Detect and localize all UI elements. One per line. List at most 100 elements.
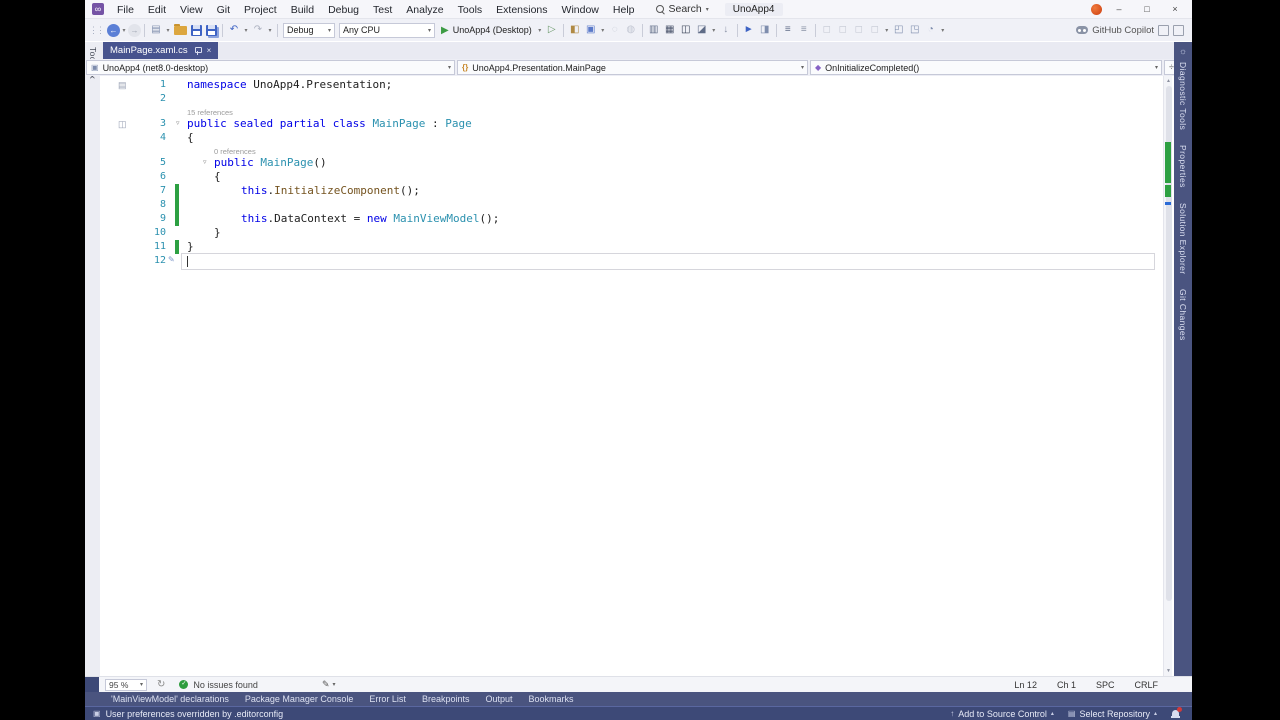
undo-dropdown[interactable]: ▾ bbox=[242, 27, 250, 34]
tab-mainpage-xaml-cs[interactable]: MainPage.xaml.cs × bbox=[103, 42, 218, 59]
codelens-references[interactable]: 0 references bbox=[214, 147, 256, 156]
new-file-icon[interactable]: ▤ bbox=[148, 19, 164, 41]
undo-icon[interactable]: ↶ bbox=[226, 19, 242, 41]
menu-help[interactable]: Help bbox=[606, 4, 642, 16]
redo-dropdown[interactable]: ▾ bbox=[266, 27, 274, 34]
line-number[interactable]: 1 bbox=[130, 78, 166, 92]
toolbar-overflow-1[interactable]: ▾ bbox=[599, 27, 607, 34]
menu-tools[interactable]: Tools bbox=[451, 4, 490, 16]
menu-test[interactable]: Test bbox=[366, 4, 399, 16]
line-number[interactable]: 6 bbox=[130, 170, 166, 184]
start-debugging-button[interactable]: ▶UnoApp4 (Desktop) bbox=[437, 25, 536, 36]
doc-info-icon[interactable]: ▤ bbox=[118, 79, 127, 91]
member-dropdown[interactable]: ◆ OnInitializeCompleted() ▾ bbox=[810, 60, 1162, 75]
tab-close-icon[interactable]: × bbox=[207, 46, 212, 55]
panel-tab-bookmarks[interactable]: Bookmarks bbox=[521, 692, 582, 706]
compare-files-icon[interactable]: ◨ bbox=[757, 19, 773, 41]
project-dropdown[interactable]: ▣ UnoApp4 (net8.0-desktop) ▾ bbox=[86, 60, 455, 75]
send-feedback-icon[interactable]: ◔ bbox=[923, 19, 939, 41]
panel-tab-output[interactable]: Output bbox=[477, 692, 520, 706]
redo-icon[interactable]: ↷ bbox=[250, 19, 266, 41]
next-bookmark-icon[interactable]: ◻ bbox=[851, 19, 867, 41]
code-editor[interactable]: ▤1namespace UnoApp4.Presentation;215 ref… bbox=[100, 76, 1163, 676]
tool-tab-properties[interactable]: Properties bbox=[1178, 145, 1188, 188]
new-file-dropdown[interactable]: ▾ bbox=[164, 27, 172, 34]
scroll-up-icon[interactable]: ▲ bbox=[1164, 78, 1173, 84]
outdent-icon[interactable]: ≡ bbox=[796, 19, 812, 41]
line-number[interactable]: 9 bbox=[130, 212, 166, 226]
step-into-icon[interactable]: ◍ bbox=[623, 19, 639, 41]
copilot-chat-icon[interactable] bbox=[1173, 25, 1184, 36]
line-number[interactable]: 4 bbox=[130, 131, 166, 145]
github-copilot-status[interactable]: GitHub Copilot bbox=[1076, 19, 1184, 41]
line-number[interactable]: 11 bbox=[130, 240, 166, 254]
prev-bookmark-icon[interactable]: ◻ bbox=[835, 19, 851, 41]
tool-tab-git-changes[interactable]: Git Changes bbox=[1178, 289, 1188, 341]
menu-project[interactable]: Project bbox=[237, 4, 284, 16]
open-file-icon[interactable] bbox=[174, 26, 187, 35]
line-number[interactable]: 2 bbox=[130, 92, 166, 106]
menu-debug[interactable]: Debug bbox=[321, 4, 366, 16]
menu-analyze[interactable]: Analyze bbox=[399, 4, 450, 16]
fold-chevron-icon[interactable]: ▿ bbox=[176, 118, 180, 130]
save-icon[interactable] bbox=[191, 25, 202, 36]
solution-configurations-select[interactable]: Debug▾ bbox=[283, 23, 335, 38]
line-indicator[interactable]: Ln 12 bbox=[1014, 680, 1037, 690]
toolbar-overflow-4[interactable]: ▾ bbox=[939, 27, 947, 34]
line-number[interactable]: 3 bbox=[130, 117, 166, 131]
navigate-back-button[interactable]: ← bbox=[107, 24, 120, 37]
live-share-icon[interactable]: ◧ bbox=[567, 19, 583, 41]
run-target-dropdown[interactable]: ▾ bbox=[536, 27, 544, 34]
search-control[interactable]: Search ▾ bbox=[656, 3, 709, 15]
new-query-icon[interactable]: ▥ bbox=[646, 19, 662, 41]
menu-extensions[interactable]: Extensions bbox=[489, 4, 554, 16]
line-number[interactable]: 7 bbox=[130, 184, 166, 198]
snapshot-icon[interactable]: ▦ bbox=[662, 19, 678, 41]
add-to-source-control-button[interactable]: ↑ Add to Source Control ▴ bbox=[950, 709, 1054, 719]
toolbar-overflow-2[interactable]: ▾ bbox=[710, 27, 718, 34]
minimize-button[interactable]: – bbox=[1108, 0, 1130, 18]
notifications-bell-icon[interactable] bbox=[1171, 709, 1180, 718]
issues-status[interactable]: No issues found bbox=[193, 680, 258, 690]
tool-tab-diagnostic-tools[interactable]: Diagnostic Tools bbox=[1178, 62, 1188, 130]
panel-tab-breakpoints[interactable]: Breakpoints bbox=[414, 692, 478, 706]
preview-changes-icon[interactable]: ◪ bbox=[694, 19, 710, 41]
menu-file[interactable]: File bbox=[110, 4, 141, 16]
type-dropdown[interactable]: {} UnoApp4.Presentation.MainPage ▾ bbox=[457, 60, 808, 75]
zoom-select[interactable]: 95 % ▾ bbox=[105, 679, 147, 691]
spaces-indicator[interactable]: SPC bbox=[1096, 680, 1115, 690]
menu-git[interactable]: Git bbox=[210, 4, 237, 16]
step-over-icon[interactable]: ◌ bbox=[607, 19, 623, 41]
toolbar-overflow-3[interactable]: ▾ bbox=[883, 27, 891, 34]
panel-tab-package-manager-console[interactable]: Package Manager Console bbox=[237, 692, 362, 706]
indent-icon[interactable]: ≡ bbox=[780, 19, 796, 41]
run-code-analysis-icon[interactable]: ► bbox=[741, 19, 757, 41]
vertical-scrollbar[interactable]: ▲ ▼ bbox=[1163, 76, 1172, 676]
solution-platforms-select[interactable]: Any CPU▾ bbox=[339, 23, 435, 38]
navigate-back-dropdown[interactable]: ▾ bbox=[120, 27, 128, 34]
account-avatar[interactable] bbox=[1091, 4, 1102, 15]
start-without-debugging-icon[interactable]: ▷ bbox=[544, 19, 560, 41]
copilot-panel-icon[interactable] bbox=[1158, 25, 1169, 36]
save-all-icon[interactable] bbox=[206, 25, 217, 36]
clear-bookmarks-icon[interactable]: ◻ bbox=[867, 19, 883, 41]
toggle-bookmark-icon[interactable]: ◻ bbox=[819, 19, 835, 41]
breakpoint-window-icon[interactable]: ▣ bbox=[583, 19, 599, 41]
menu-build[interactable]: Build bbox=[284, 4, 321, 16]
edit-mode-icon[interactable]: ✎ bbox=[322, 679, 330, 690]
line-number[interactable]: 10 bbox=[130, 226, 166, 240]
designer-split-icon[interactable]: ◫ bbox=[118, 118, 127, 130]
close-button[interactable]: × bbox=[1164, 0, 1186, 18]
menu-view[interactable]: View bbox=[173, 4, 210, 16]
menu-window[interactable]: Window bbox=[555, 4, 606, 16]
tool-tab-solution-explorer[interactable]: Solution Explorer bbox=[1178, 203, 1188, 275]
scroll-down-icon[interactable]: ▼ bbox=[1164, 668, 1173, 674]
select-repository-button[interactable]: ▤ Select Repository ▴ bbox=[1068, 709, 1157, 719]
line-number[interactable]: 8 bbox=[130, 198, 166, 212]
fold-chevron-icon[interactable]: ▿ bbox=[203, 157, 207, 169]
panel-tab--mainviewmodel-declarations[interactable]: 'MainViewModel' declarations bbox=[103, 692, 237, 706]
maximize-button[interactable]: □ bbox=[1136, 0, 1158, 18]
eol-indicator[interactable]: CRLF bbox=[1134, 680, 1158, 690]
refresh-icon[interactable]: ↻ bbox=[157, 679, 165, 690]
navigate-down-icon[interactable]: ↓ bbox=[718, 19, 734, 41]
